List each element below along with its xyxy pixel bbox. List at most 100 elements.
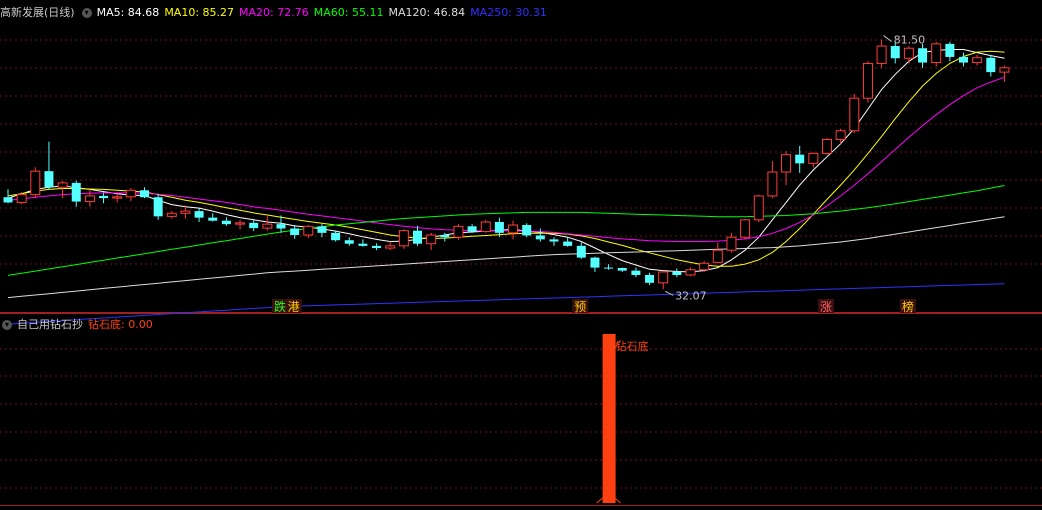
candle-body [398,230,409,247]
candle-body [631,270,641,275]
candle-body [440,235,450,238]
candle-body [44,171,54,188]
candle-body [494,221,504,233]
candle-body [467,226,477,232]
candle-body [208,217,218,221]
candle-body [522,225,532,236]
candle-body [740,219,751,238]
ma-line-ma5 [7,49,1005,273]
ma-legend-item: MA20: 72.76 [239,6,309,19]
ma-line-ma120 [7,216,1005,299]
candle-body [385,245,396,249]
candle-body [453,225,464,238]
candle-body [276,224,286,229]
candle-body [84,195,95,203]
high-label: 81.50 [894,34,926,47]
candle-body [290,228,300,236]
candle-body [71,182,81,202]
candle-body [959,56,968,63]
candle-body [16,194,27,203]
candle-body [57,182,68,188]
signal-chip-label: 榜 [902,299,914,314]
candle-body [726,236,737,251]
candle-body [153,197,163,217]
candle-body [862,62,873,99]
candle-body [194,211,204,218]
candle-body [303,225,314,236]
candle-body [426,234,437,245]
main-panel-toggle-icon[interactable]: ▾ [81,8,92,18]
candle-body [140,190,149,198]
candle-body [590,257,600,268]
candle-body [358,243,368,246]
sub-value-label: 钻石底: 0.00 [88,318,153,331]
candle-body [576,245,586,258]
ma-legend-item: MA250: 30.31 [470,6,547,19]
indicator-bar [602,334,616,503]
candle-body [808,152,819,164]
ma-legend: MA5: 84.68 MA10: 85.27 MA20: 72.76 MA60: 55… [97,6,552,19]
chart-canvas: 81.50 32.07 跌港 预 涨 榜钻石底 [0,34,1042,506]
candle-body [918,48,928,63]
candle-body [945,43,955,57]
candle-body [413,230,422,244]
candle-body [822,138,832,154]
candle-body [221,220,231,225]
candle-body [876,45,887,64]
ma-legend-item: MA5: 84.68 [96,6,160,19]
ma-legend-item: MA10: 85.27 [164,6,235,19]
candle-body [753,195,764,221]
candle-body [30,170,41,196]
candle-body [903,47,914,59]
candle-body [180,210,191,214]
candle-body [344,240,354,244]
high-arrow [883,35,892,42]
candle-body [112,196,123,199]
candle-body [317,226,327,233]
candle-body [262,223,273,229]
candle-body [712,249,723,263]
candle-body [767,171,778,197]
low-label: 32.07 [675,289,707,302]
ma-legend-item: MA120: 46.84 [388,6,466,19]
ma-legend-item: MA60: 55.11 [313,6,384,19]
candle-body [672,271,682,275]
candle-body [781,154,792,173]
main-panel-header: 高新发展(日线) ▾ MA5: 84.68 MA10: 85.27 MA20: 72.7… [0,4,557,22]
candle-body [617,268,627,271]
sub-panel-header: ▾ 自己用钻石抄 钻石底: 0.00 [0,316,158,334]
candle-body [235,222,246,225]
candle-body [563,241,573,246]
candle-body [480,221,491,233]
ma-line-ma10 [7,50,1005,267]
candle-body [535,235,545,240]
candle-body [508,224,519,234]
signal-chip-label: 港 [288,300,300,314]
candle-body [604,267,614,269]
signal-chip-label: 预 [574,300,586,314]
indicator-annotation: 钻石底 [616,339,649,353]
signal-chip-label: 涨 [820,299,832,314]
candle-body [849,97,860,132]
candle-body [549,239,559,242]
candle-body [999,67,1010,73]
candle-body [249,222,259,229]
candle-body [331,232,341,241]
candle-body [99,195,109,199]
signal-chip-label: 跌 [274,299,286,314]
candle-body [658,271,669,284]
candle-body [835,130,846,140]
candle-body [166,212,177,217]
candle-body [685,269,696,276]
candle-body [3,197,13,203]
sub-panel-toggle-icon[interactable]: ▾ [2,320,12,330]
sub-title: 自己用钻石抄 [17,318,83,331]
candle-body [972,57,983,64]
candle-body [890,46,900,59]
candle-body [645,274,655,283]
main-title: 高新发展(日线) [0,6,75,19]
candle-body [986,57,996,73]
candle-body [699,262,710,271]
candle-body [125,189,136,198]
candle-body [931,43,942,64]
